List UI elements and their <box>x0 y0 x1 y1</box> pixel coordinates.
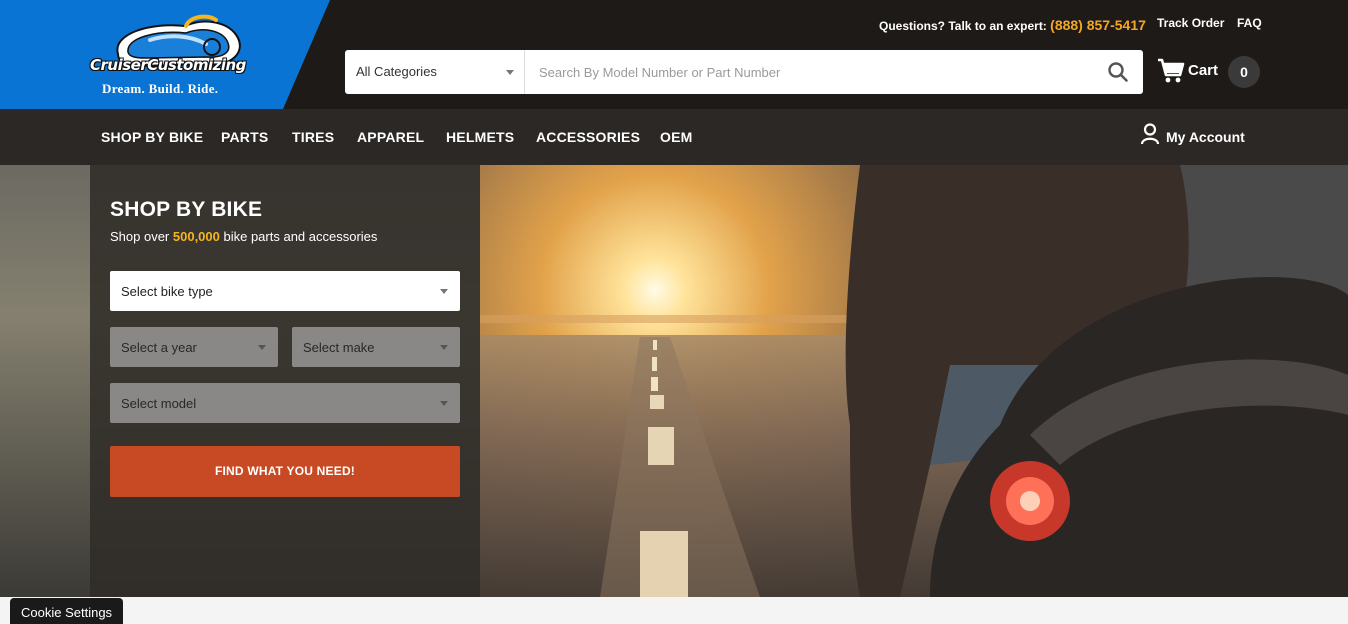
nav-oem[interactable]: OEM <box>660 129 693 145</box>
year-select-value: Select a year <box>121 340 197 355</box>
finder-subtitle: Shop over 500,000 bike parts and accesso… <box>110 229 377 244</box>
main-nav: SHOP BY BIKE PARTS TIRES APPAREL HELMETS… <box>0 109 1348 165</box>
finder-subtitle-prefix: Shop over <box>110 229 173 244</box>
search-icon[interactable] <box>1107 61 1129 83</box>
make-select[interactable]: Select make <box>292 327 460 367</box>
category-select-value: All Categories <box>356 64 437 79</box>
cart-icon <box>1157 58 1185 88</box>
make-select-value: Select make <box>303 340 375 355</box>
model-select[interactable]: Select model <box>110 383 460 423</box>
chevron-down-icon <box>440 289 448 294</box>
content-below-fold <box>0 597 1348 624</box>
logo-tagline: Dream. Build. Ride. <box>102 81 219 96</box>
chevron-down-icon <box>440 345 448 350</box>
nav-accessories[interactable]: ACCESSORIES <box>536 129 640 145</box>
expert-contact: Questions? Talk to an expert: (888) 857-… <box>879 17 1146 33</box>
cookie-settings-button[interactable]: Cookie Settings <box>10 598 123 624</box>
nav-tires[interactable]: TIRES <box>292 129 334 145</box>
finder-subtitle-suffix: bike parts and accessories <box>219 229 378 244</box>
bike-finder-panel: SHOP BY BIKE Shop over 500,000 bike part… <box>90 165 480 597</box>
chevron-down-icon <box>440 401 448 406</box>
model-select-value: Select model <box>121 396 197 411</box>
hero-banner: SHOP BY BIKE Shop over 500,000 bike part… <box>0 165 1348 597</box>
site-header: CruiserCustomizing Dream. Build. Ride. Q… <box>0 0 1348 109</box>
nav-helmets[interactable]: HELMETS <box>446 129 514 145</box>
finder-part-count: 500,000 <box>172 229 220 244</box>
year-select[interactable]: Select a year <box>110 327 278 367</box>
find-parts-button[interactable]: FIND WHAT YOU NEED! <box>110 446 460 497</box>
nav-shop-by-bike[interactable]: SHOP BY BIKE <box>101 129 203 145</box>
cart-label: Cart <box>1188 62 1219 79</box>
site-logo[interactable]: CruiserCustomizing Dream. Build. Ride. <box>0 0 330 109</box>
track-order-link[interactable]: Track Order <box>1157 16 1224 30</box>
cart-count-badge: 0 <box>1228 56 1260 88</box>
nav-parts[interactable]: PARTS <box>221 129 268 145</box>
bike-type-select[interactable]: Select bike type <box>110 271 460 311</box>
chevron-down-icon <box>506 70 514 75</box>
expert-question: Questions? Talk to an expert: <box>879 19 1047 33</box>
bike-type-select-value: Select bike type <box>121 284 213 299</box>
phone-link[interactable]: (888) 857-5417 <box>1050 17 1146 33</box>
nav-apparel[interactable]: APPAREL <box>357 129 424 145</box>
category-select[interactable]: All Categories <box>345 50 525 94</box>
finder-title: SHOP BY BIKE <box>110 198 263 221</box>
logo-wordmark: CruiserCustomizing <box>90 56 246 74</box>
search-bar: All Categories <box>345 50 1143 94</box>
chevron-down-icon <box>258 345 266 350</box>
my-account-label: My Account <box>1166 129 1245 145</box>
faq-link[interactable]: FAQ <box>1237 16 1262 30</box>
search-input[interactable] <box>526 50 1086 94</box>
